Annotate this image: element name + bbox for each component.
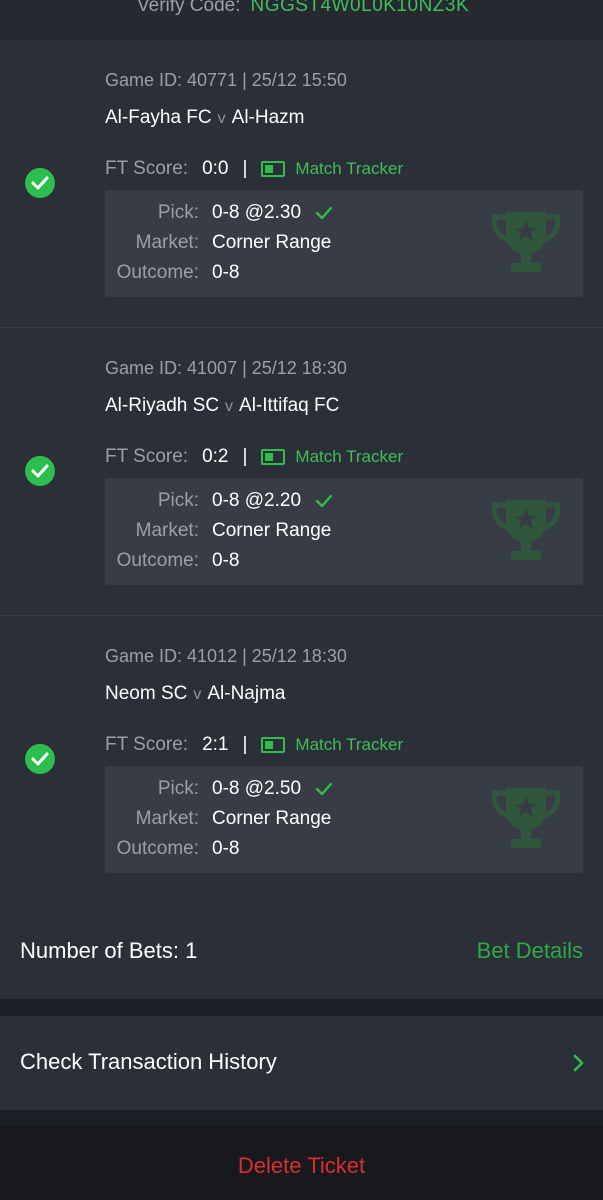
score-row: FT Score: 0:2 | Match Tracker [105,445,403,469]
market-row: Market: Corner Range [105,230,332,256]
match-teams: Neom SC v Al-Najma [105,683,285,705]
pick-value: 0-8 @2.50 [212,778,302,799]
transaction-history-row[interactable]: Check Transaction History [0,1016,603,1110]
versus-label: v [225,398,234,415]
pick-row: Pick: 0-8 @2.50 [105,776,333,802]
ft-score-value: 0:0 [202,158,229,179]
match-teams: Al-Fayha FC v Al-Hazm [105,107,304,129]
outcome-label: Outcome: [116,550,199,571]
bet-item: Game ID: 41007 | 25/12 18:30 Al-Riyadh S… [0,328,603,616]
match-tracker-icon[interactable] [261,737,286,753]
bet-details-link[interactable]: Bet Details [477,938,583,964]
pick-value-wrap: 0-8 @2.50 [212,778,333,800]
pick-value: 0-8 @2.20 [212,490,302,511]
pick-label: Pick: [157,490,199,511]
pick-details-box: Pick: 0-8 @2.50 Market: Corner Range Out… [105,766,583,873]
verify-code-line: Verify Code: NGGST4W0L0K10NZ3K [137,0,469,17]
match-teams: Al-Riyadh SC v Al-Ittifaq FC [105,395,339,417]
number-of-bets: Number of Bets: 1 [20,938,198,963]
check-circle-icon [25,456,55,486]
match-tracker-icon[interactable] [261,161,286,177]
trophy-icon [491,212,561,272]
market-row: Market: Corner Range [105,806,332,832]
match-tracker-link[interactable]: Match Tracker [295,735,403,755]
trophy-icon [491,788,561,848]
transaction-history-label: Check Transaction History [20,1049,277,1074]
match-tracker-link[interactable]: Match Tracker [295,447,403,467]
pick-value-wrap: 0-8 @2.30 [212,202,333,224]
pick-value-wrap: 0-8 @2.20 [212,490,333,512]
check-circle-icon [25,744,55,774]
checkmark-icon [315,782,333,796]
pick-value: 0-8 @2.30 [212,202,302,223]
match-tracker-icon[interactable] [261,449,286,465]
checkmark-icon [315,494,333,508]
game-id: Game ID: 41012 | 25/12 18:30 [105,646,347,666]
pick-label: Pick: [157,778,199,799]
market-value: Corner Range [212,232,332,253]
verify-code-value: NGGST4W0L0K10NZ3K [250,0,470,16]
market-value: Corner Range [212,808,332,829]
bet-item: Game ID: 41012 | 25/12 18:30 Neom SC v Al-… [0,616,603,904]
outcome-value: 0-8 [212,838,240,859]
trophy-icon [491,500,561,560]
outcome-row: Outcome: 0-8 [105,836,240,862]
delete-ticket-bar: Delete Ticket [0,1126,603,1200]
market-value: Corner Range [212,520,332,541]
away-team: Al-Ittifaq FC [239,395,340,416]
pick-label: Pick: [157,202,199,223]
market-row: Market: Corner Range [105,518,332,544]
market-label: Market: [135,520,199,541]
home-team: Al-Riyadh SC [105,395,220,416]
versus-label: v [217,110,226,127]
verify-code-label: Verify Code: [137,0,241,16]
score-row: FT Score: 0:0 | Match Tracker [105,157,403,181]
ft-score-label: FT Score: [105,446,189,467]
chevron-right-icon [573,1054,584,1072]
versus-label: v [193,686,202,703]
away-team: Al-Hazm [231,107,305,128]
delete-ticket-button[interactable]: Delete Ticket [0,1153,603,1179]
separator: | [242,446,248,467]
ft-score-value: 0:2 [202,446,229,467]
check-circle-icon [25,168,55,198]
home-team: Al-Fayha FC [105,107,212,128]
outcome-value: 0-8 [212,550,240,571]
game-id: Game ID: 40771 | 25/12 15:50 [105,70,347,90]
market-label: Market: [135,808,199,829]
outcome-label: Outcome: [116,262,199,283]
ft-score-label: FT Score: [105,158,189,179]
ft-score-label: FT Score: [105,734,189,755]
bets-list: Game ID: 40771 | 25/12 15:50 Al-Fayha FC… [0,40,603,904]
pick-row: Pick: 0-8 @2.20 [105,488,333,514]
separator: | [242,734,248,755]
pick-details-box: Pick: 0-8 @2.30 Market: Corner Range Out… [105,190,583,297]
outcome-row: Outcome: 0-8 [105,260,240,286]
separator: | [242,158,248,179]
score-row: FT Score: 2:1 | Match Tracker [105,733,403,757]
verify-strip: Verify Code: NGGST4W0L0K10NZ3K [0,0,603,40]
ft-score-value: 2:1 [202,734,229,755]
outcome-value: 0-8 [212,262,240,283]
bets-summary-row: Number of Bets: 1 Bet Details [0,903,603,999]
market-label: Market: [135,232,199,253]
game-id: Game ID: 41007 | 25/12 18:30 [105,358,347,378]
checkmark-icon [315,206,333,220]
away-team: Al-Najma [207,683,286,704]
home-team: Neom SC [105,683,188,704]
outcome-row: Outcome: 0-8 [105,548,240,574]
bet-item: Game ID: 40771 | 25/12 15:50 Al-Fayha FC… [0,40,603,328]
pick-row: Pick: 0-8 @2.30 [105,200,333,226]
pick-details-box: Pick: 0-8 @2.20 Market: Corner Range Out… [105,478,583,585]
match-tracker-link[interactable]: Match Tracker [295,159,403,179]
outcome-label: Outcome: [116,838,199,859]
